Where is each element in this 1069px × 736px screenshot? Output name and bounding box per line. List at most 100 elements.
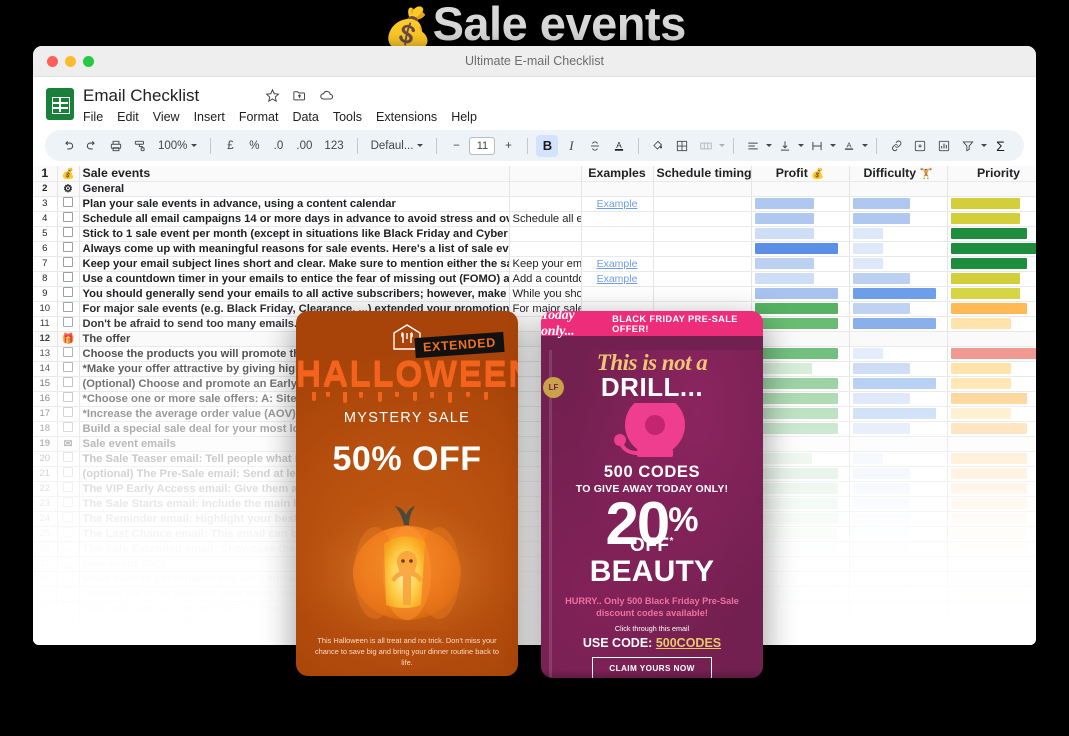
sheet-title-row[interactable]: 1 💰 Sale events Examples Schedule timing Prof… (33, 166, 1036, 182)
menu-tools[interactable]: Tools (333, 110, 362, 124)
cloud-saved-icon[interactable] (319, 87, 335, 103)
insert-link-icon[interactable] (885, 135, 907, 157)
table-row[interactable]: 15 (Optional) Choose and promote an Early… (33, 376, 1036, 392)
table-row[interactable]: 4 Schedule all email campaigns 14 or more… (33, 211, 1036, 227)
menu-format[interactable]: Format (239, 110, 279, 124)
menu-view[interactable]: View (153, 110, 180, 124)
insert-comment-icon[interactable] (909, 135, 931, 157)
table-row[interactable]: 5 Stick to 1 sale event per month (except… (33, 226, 1036, 242)
menu-help[interactable]: Help (451, 110, 477, 124)
spreadsheet-grid[interactable]: 1 💰 Sale events Examples Schedule timing Prof… (33, 166, 1036, 645)
task-checkbox[interactable] (57, 316, 80, 332)
paint-format-icon[interactable] (129, 135, 151, 157)
currency-format-button[interactable]: £ (219, 135, 241, 157)
example-link-cell[interactable]: Example (581, 256, 654, 272)
task-checkbox[interactable] (57, 496, 80, 512)
table-row[interactable]: 13 Choose the products you will promote t… (33, 346, 1036, 362)
vertical-align-button[interactable] (774, 135, 796, 157)
menu-data[interactable]: Data (292, 110, 318, 124)
task-checkbox[interactable] (57, 196, 80, 212)
redo-icon[interactable] (81, 135, 103, 157)
font-size-input[interactable]: 11 (469, 136, 496, 155)
text-color-button[interactable]: A (608, 135, 630, 157)
move-to-folder-icon[interactable] (292, 88, 307, 103)
decrease-decimal-button[interactable]: .0 (267, 135, 289, 157)
example-link-cell[interactable]: Example (581, 271, 654, 287)
table-row[interactable]: 25 The Last Chance email: This email can … (33, 526, 1036, 542)
text-rotation-button[interactable]: A (838, 135, 860, 157)
table-row[interactable]: 24 The Reminder email: Highlight your bes… (33, 511, 1036, 527)
table-row[interactable]: 32 Returning customer flow: Send to custo… (33, 631, 1036, 645)
section-row[interactable]: 12 🎁 The offer (33, 331, 1036, 347)
print-icon[interactable] (105, 135, 127, 157)
task-checkbox[interactable] (57, 631, 80, 645)
table-row[interactable]: 18 Build a special sale deal for your mos… (33, 421, 1036, 437)
section-row[interactable]: 19 ✉ Sale event emails (33, 436, 1036, 452)
task-checkbox[interactable] (57, 211, 80, 227)
menu-insert[interactable]: Insert (194, 110, 225, 124)
task-checkbox[interactable] (57, 376, 80, 392)
more-formats-button[interactable]: 123 (319, 135, 348, 157)
task-checkbox[interactable] (57, 271, 80, 287)
claim-yours-now-button[interactable]: CLAIM YOURS NOW (592, 657, 712, 678)
functions-button[interactable]: Σ (989, 135, 1011, 157)
borders-button[interactable] (671, 135, 693, 157)
example-link-cell[interactable] (581, 226, 654, 242)
table-row[interactable]: 11 Don't be afraid to send too many email… (33, 316, 1036, 332)
table-row[interactable]: 30 Main sale announcement SMS: Announce t… (33, 601, 1036, 617)
task-checkbox[interactable] (57, 301, 80, 317)
zoom-selector[interactable]: 100% (153, 135, 202, 157)
chevron-down-icon[interactable] (766, 144, 773, 147)
table-row[interactable]: 21 (optional) The Pre-Sale email: Send at… (33, 466, 1036, 482)
task-checkbox[interactable] (57, 391, 80, 407)
table-row[interactable]: 3 Plan your sale events in advance, using… (33, 196, 1036, 212)
table-row[interactable]: 17 *Increase the average order value (AOV… (33, 406, 1036, 422)
chevron-down-icon[interactable] (981, 144, 988, 147)
task-checkbox[interactable] (57, 421, 80, 437)
chevron-down-icon[interactable] (830, 144, 837, 147)
task-checkbox[interactable] (57, 481, 80, 497)
task-checkbox[interactable] (57, 511, 80, 527)
star-icon[interactable] (265, 88, 280, 103)
section-row[interactable]: 2 ⚙ General (33, 181, 1036, 197)
merge-cells-button[interactable] (695, 135, 717, 157)
task-checkbox[interactable] (57, 451, 80, 467)
task-checkbox[interactable] (57, 346, 80, 362)
insert-chart-icon[interactable] (933, 135, 955, 157)
table-row[interactable]: 20 The Sale Teaser email: Tell people wha… (33, 451, 1036, 467)
task-checkbox[interactable] (57, 541, 80, 557)
halloween-promo-card[interactable]: EXTENDED HALLOWEEN MYSTERY SALE 50% OFF (296, 311, 518, 676)
table-row[interactable]: 14 *Make your offer attractive by giving … (33, 361, 1036, 377)
percent-format-button[interactable]: % (243, 135, 265, 157)
example-link-cell[interactable] (581, 241, 654, 257)
task-checkbox[interactable] (57, 241, 80, 257)
italic-button[interactable]: I (560, 135, 582, 157)
table-row[interactable]: 7 Keep your email subject lines short and… (33, 256, 1036, 272)
task-checkbox[interactable] (57, 406, 80, 422)
table-row[interactable]: 23 The Sale Starts email: Include the mai… (33, 496, 1036, 512)
chevron-down-icon[interactable] (719, 144, 726, 147)
task-checkbox[interactable] (57, 526, 80, 542)
example-link-cell[interactable] (581, 211, 654, 227)
table-row[interactable]: 8 Use a countdown timer in your emails to… (33, 271, 1036, 287)
table-row[interactable]: 16 *Choose one or more sale offers: A: Si… (33, 391, 1036, 407)
menu-extensions[interactable]: Extensions (376, 110, 437, 124)
menu-file[interactable]: File (83, 110, 103, 124)
text-wrap-button[interactable] (806, 135, 828, 157)
table-row[interactable]: 26 The Sale Extended email: Showcase the … (33, 541, 1036, 557)
decrease-font-size-button[interactable]: − (445, 135, 467, 157)
task-checkbox[interactable] (57, 226, 80, 242)
table-row[interactable]: 22 The VIP Early Access email: Give them … (33, 481, 1036, 497)
task-checkbox[interactable] (57, 616, 80, 632)
increase-font-size-button[interactable]: + (497, 135, 519, 157)
table-row[interactable]: 10 For major sale events (e.g. Black Frid… (33, 301, 1036, 317)
task-checkbox[interactable] (57, 256, 80, 272)
filter-icon[interactable] (957, 135, 979, 157)
table-row[interactable]: 28 Make sure to personalise the SMS and a… (33, 571, 1036, 587)
font-selector[interactable]: Defaul... (366, 135, 429, 157)
table-row[interactable]: 9 You should generally send your emails t… (33, 286, 1036, 302)
menu-edit[interactable]: Edit (117, 110, 139, 124)
task-checkbox[interactable] (57, 361, 80, 377)
table-row[interactable]: 31 Urgency/scarcity SMS: Last chance befo… (33, 616, 1036, 632)
task-checkbox[interactable] (57, 286, 80, 302)
